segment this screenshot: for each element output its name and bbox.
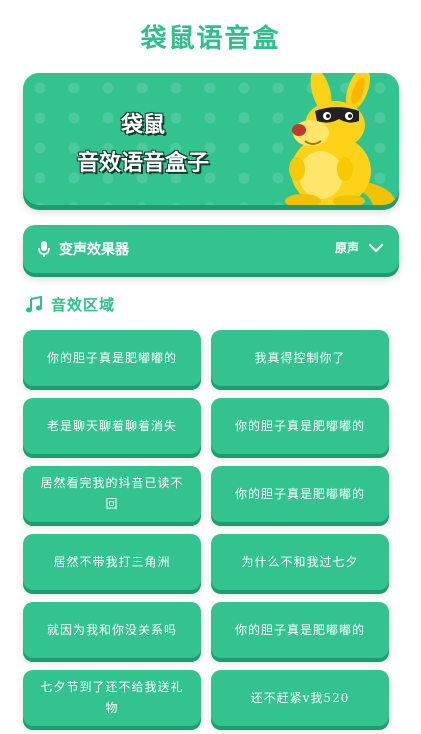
banner-title-line2: 音效语音盒子 [76, 151, 209, 176]
banner: 袋鼠 音效语音盒子 [23, 73, 399, 205]
chevron-down-icon[interactable] [369, 243, 383, 253]
sound-button[interactable]: 你的胆子真是肥嘟嘟的 [211, 398, 389, 454]
banner-title-line1: 袋鼠 [120, 113, 165, 138]
sound-button[interactable]: 居然看完我的抖音已读不回 [23, 466, 201, 522]
sound-button[interactable]: 还不赶紧v我520 [211, 670, 389, 726]
sound-button[interactable]: 为什么不和我过七夕 [211, 534, 389, 590]
sound-button[interactable]: 七夕节到了还不给我送礼物 [23, 670, 201, 726]
sound-button[interactable]: 老是聊天聊着聊着消失 [23, 398, 201, 454]
music-note-icon [26, 295, 42, 312]
microphone-icon [38, 241, 50, 257]
voice-effect-label: 变声效果器 [59, 242, 129, 258]
sound-button[interactable]: 你的胆子真是肥嘟嘟的 [23, 330, 201, 386]
sound-button-grid: 你的胆子真是肥嘟嘟的 我真得控制你了 老是聊天聊着聊着消失 你的胆子真是肥嘟嘟的… [23, 330, 391, 726]
page-title: 袋鼠语音盒 [140, 24, 281, 54]
sound-button[interactable]: 你的胆子真是肥嘟嘟的 [211, 602, 389, 658]
sound-button[interactable]: 就因为我和你没关系吗 [23, 602, 201, 658]
voice-effect-selector[interactable]: 变声效果器 原声 [23, 225, 399, 273]
voice-effect-dropdown[interactable]: 原声 [335, 239, 383, 256]
kangaroo-mascot-illustration [285, 73, 397, 205]
sound-section-header: 音效区域 [25, 294, 115, 315]
sound-button[interactable]: 我真得控制你了 [211, 330, 389, 386]
sound-button[interactable]: 你的胆子真是肥嘟嘟的 [211, 466, 389, 522]
sound-button[interactable]: 居然不带我打三角洲 [23, 534, 201, 590]
voice-effect-label-group: 变声效果器 [37, 239, 129, 259]
section-title: 音效区域 [51, 296, 116, 314]
voice-effect-value: 原声 [334, 241, 359, 255]
